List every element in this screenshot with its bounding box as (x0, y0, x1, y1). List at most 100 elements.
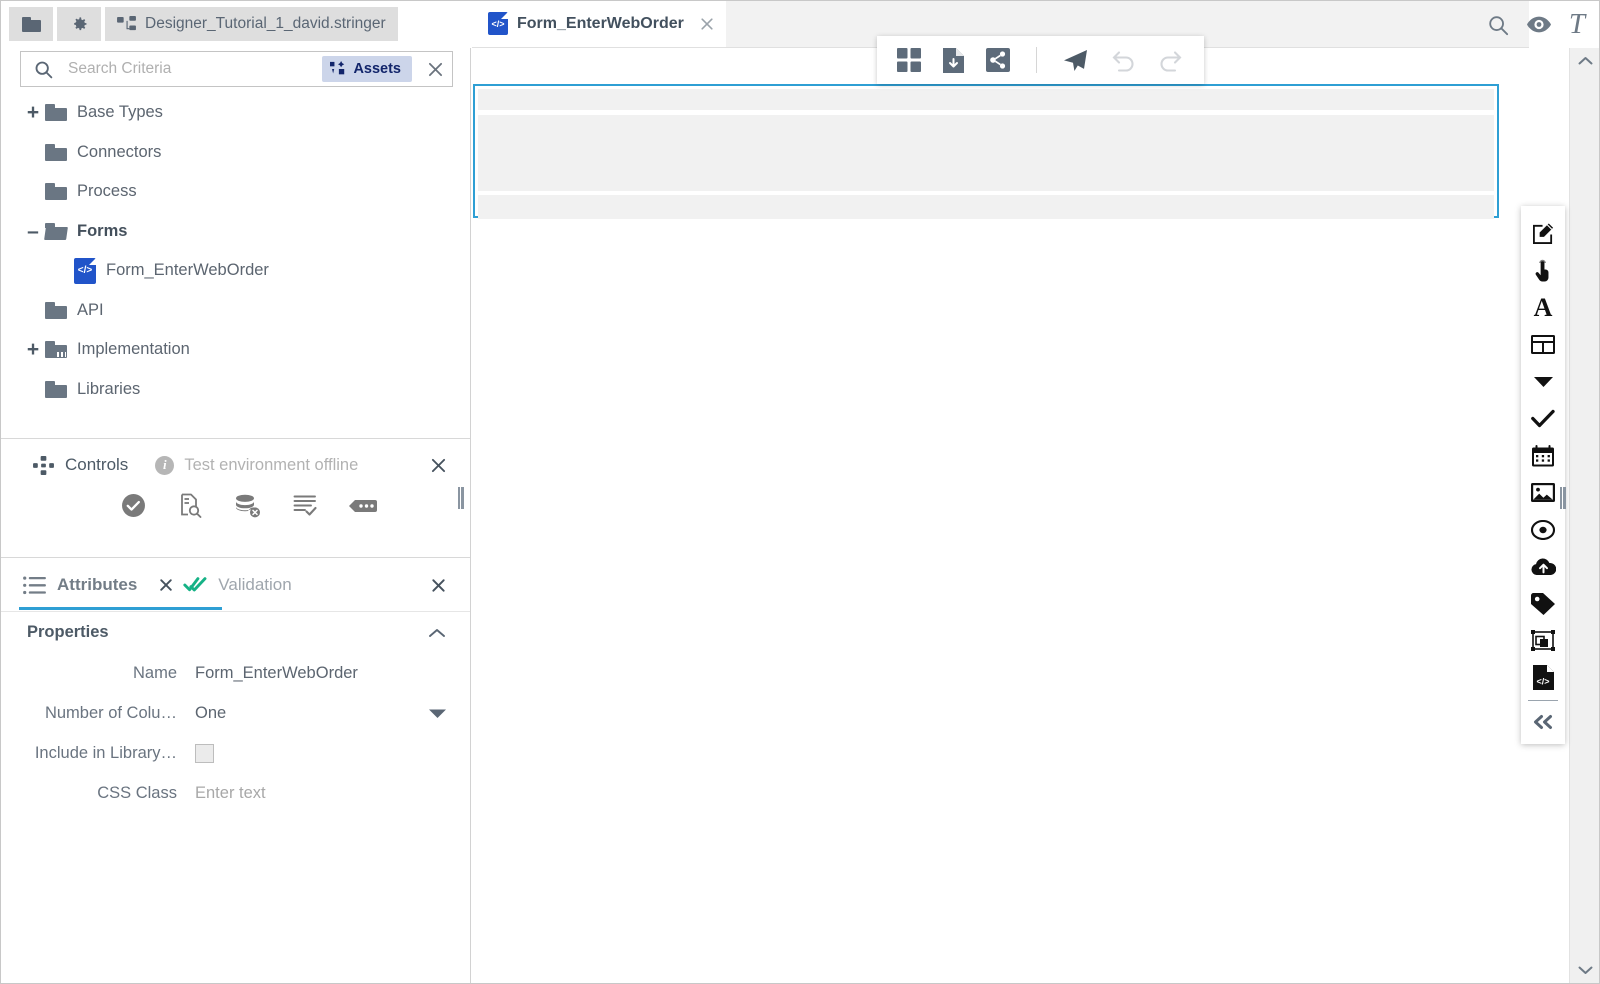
search-icon[interactable] (1487, 14, 1509, 36)
controls-button-row (1, 493, 470, 518)
tab-attributes[interactable]: Attributes (23, 575, 137, 595)
palette-button[interactable] (1521, 252, 1565, 289)
database-remove-icon[interactable] (234, 494, 261, 518)
editor-tab-form-enterweborder[interactable]: </> Form_EnterWebOrder (472, 0, 726, 47)
check-icon (1531, 409, 1555, 428)
svg-text:</>: </> (1536, 677, 1549, 687)
tree-item-process[interactable]: Process (1, 172, 470, 212)
editor-header-icons: T (1487, 1, 1599, 48)
tree-item-label: Libraries (77, 380, 140, 399)
property-value-number-of-columns[interactable]: One (195, 704, 446, 723)
toolbar-divider (1036, 47, 1037, 73)
palette-text[interactable]: A (1521, 289, 1565, 326)
tree-item-libraries[interactable]: Libraries (1, 370, 470, 410)
palette-edit-field[interactable] (1521, 215, 1565, 252)
document-search-icon[interactable] (178, 493, 202, 518)
tree-item-forms[interactable]: – Forms (1, 212, 470, 252)
collapse-minus-icon[interactable]: – (21, 219, 45, 243)
editor-tab-label: Form_EnterWebOrder (517, 15, 684, 33)
tree-item-form-enterweborder[interactable]: </> Form_EnterWebOrder (1, 251, 470, 291)
property-row-include-in-library: Include in Library… (1, 733, 470, 773)
select-value-text: One (195, 704, 226, 723)
canvas-toolbar (877, 36, 1204, 84)
search-icon (33, 59, 54, 80)
double-check-icon (183, 575, 207, 595)
folder-icon (22, 17, 41, 32)
palette-collapse[interactable] (1521, 703, 1565, 740)
form-header-band[interactable] (478, 89, 1494, 110)
undo-icon[interactable] (1110, 47, 1136, 73)
send-icon[interactable] (1063, 48, 1088, 73)
palette-table[interactable] (1521, 326, 1565, 363)
folder-icon (45, 381, 71, 398)
check-circle-icon[interactable] (121, 493, 146, 518)
folder-tab[interactable] (9, 7, 53, 41)
tree-toggle-spacer (21, 140, 45, 164)
right-panel-splitter[interactable] (1558, 479, 1567, 517)
palette-divider (1528, 700, 1558, 701)
attributes-tab-close-button[interactable] (159, 578, 173, 592)
tree-item-implementation[interactable]: + Implementation (1, 330, 470, 370)
expand-plus-icon[interactable]: + (21, 338, 45, 362)
left-panel-tabstrip: Designer_Tutorial_1_david.stringer (1, 1, 471, 48)
splitter-grip[interactable] (1560, 487, 1566, 509)
text-a-icon: A (1534, 295, 1553, 321)
palette-label-tag[interactable] (1521, 585, 1565, 622)
form-canvas-container[interactable] (473, 84, 1499, 218)
tree-toggle-spacer (21, 180, 45, 204)
chevron-up-icon[interactable] (428, 627, 446, 639)
property-value-name[interactable]: Form_EnterWebOrder (195, 664, 446, 683)
css-class-input[interactable]: Enter text (195, 784, 446, 803)
search-input[interactable] (54, 52, 322, 86)
share-icon[interactable] (986, 48, 1010, 72)
controls-close-button[interactable] (431, 458, 446, 473)
form-body-band[interactable] (478, 115, 1494, 191)
splitter-grip[interactable] (458, 487, 464, 509)
assets-icon (330, 61, 346, 77)
folder-module-icon (45, 341, 71, 358)
folder-icon (45, 104, 71, 121)
palette-html-snippet[interactable]: </> (1521, 659, 1565, 696)
palette-dropdown[interactable] (1521, 363, 1565, 400)
redo-icon[interactable] (1158, 47, 1184, 73)
expand-plus-icon[interactable]: + (21, 101, 45, 125)
palette-file-upload[interactable] (1521, 548, 1565, 585)
cloud-upload-icon (1531, 557, 1556, 576)
controls-icon (33, 456, 54, 475)
palette-container[interactable] (1521, 622, 1565, 659)
properties-section-header[interactable]: Properties (1, 611, 470, 653)
tree-item-label: Form_EnterWebOrder (106, 261, 269, 280)
list-check-icon[interactable] (293, 494, 317, 517)
settings-tab[interactable] (57, 7, 101, 41)
palette-checkbox[interactable] (1521, 400, 1565, 437)
file-download-icon[interactable] (943, 48, 964, 73)
tab-validation[interactable]: Validation (183, 575, 291, 595)
editor-tab-close-button[interactable] (700, 17, 714, 31)
assets-filter-chip[interactable]: Assets (322, 56, 412, 82)
tree-item-api[interactable]: API (1, 291, 470, 331)
property-row-css-class: CSS Class Enter text (1, 773, 470, 813)
search-clear-button[interactable] (418, 52, 452, 86)
preview-eye-icon[interactable] (1527, 16, 1551, 33)
include-in-library-checkbox[interactable] (195, 744, 214, 763)
sitemap-icon (117, 16, 136, 33)
scroll-down-button[interactable] (1570, 957, 1600, 983)
typography-icon[interactable]: T (1569, 10, 1585, 39)
grid-icon[interactable] (897, 48, 921, 72)
validation-tab-close-button[interactable] (431, 578, 446, 593)
main-editor-area: </> Form_EnterWebOrder (472, 1, 1529, 984)
chevron-down-icon[interactable] (429, 708, 446, 719)
scroll-up-button[interactable] (1570, 48, 1600, 74)
palette-date-picker[interactable] (1521, 437, 1565, 474)
code-file-icon: </> (1533, 665, 1554, 690)
tree-item-label: Process (77, 182, 137, 201)
project-tab[interactable]: Designer_Tutorial_1_david.stringer (105, 7, 398, 41)
left-panel-splitter[interactable] (456, 479, 465, 517)
caret-down-icon (1534, 376, 1553, 388)
tree-item-connectors[interactable]: Connectors (1, 133, 470, 173)
comment-ellipsis-icon[interactable] (349, 496, 377, 516)
vertical-scrollbar[interactable] (1569, 48, 1599, 984)
form-footer-band[interactable] (478, 195, 1494, 219)
tree-item-base-types[interactable]: + Base Types (1, 93, 470, 133)
code-file-icon: </> (74, 258, 100, 284)
